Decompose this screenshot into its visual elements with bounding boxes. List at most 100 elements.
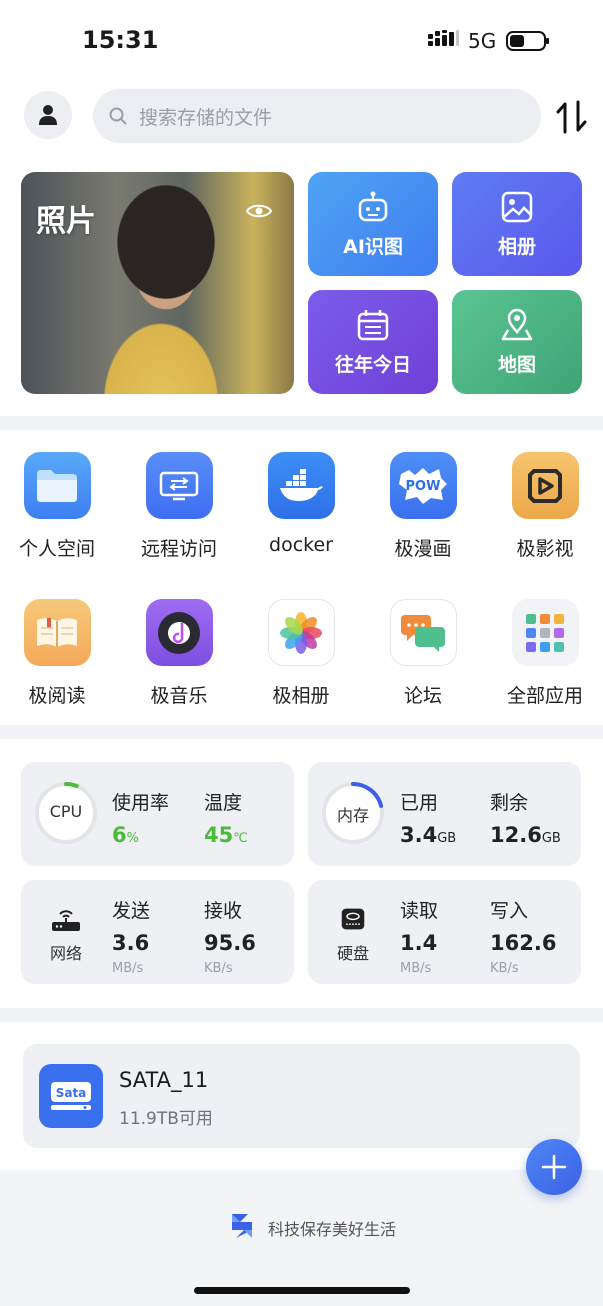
comic-icon: POW [389,452,457,519]
robot-icon [358,191,388,221]
app-forum[interactable]: 论坛 [368,599,478,708]
memory-stat-card[interactable]: 内存 已用 3.4GB 剩余 12.6GB [308,762,581,866]
memory-free-unit: GB [541,831,561,846]
user-avatar-button[interactable] [24,91,72,139]
svg-text:POW: POW [406,479,441,494]
home-indicator[interactable] [194,1287,410,1294]
video-icon [511,452,579,519]
app-label: 全部应用 [506,685,583,707]
map-tile[interactable]: 地图 [452,290,582,394]
network-recv-label: 接收 [204,900,243,922]
memory-free-value: 12.6 [490,823,542,847]
map-pin-icon [501,308,533,340]
on-this-day-label: 往年今日 [334,353,411,376]
docker-icon [267,452,335,519]
section-divider [0,416,603,430]
brand-logo-icon [232,1214,252,1238]
app-label: 极漫画 [394,538,452,560]
app-video[interactable]: 极影视 [490,452,600,561]
app-label: 远程访问 [140,538,217,560]
add-button[interactable] [526,1139,582,1195]
app-music[interactable]: 极音乐 [124,599,234,708]
cpu-label: CPU [49,802,83,821]
app-label: 极影视 [516,538,574,560]
app-photos[interactable]: 极相册 [246,599,356,708]
remote-access-icon [145,452,213,519]
storage-card[interactable]: Sata SATA_11 11.9TB可用 [23,1044,580,1148]
ai-recognition-label: AI识图 [343,235,403,258]
photos-label: 照片 [36,204,96,239]
disk-label: 硬盘 [336,944,369,963]
folder-icon [23,452,91,519]
hard-disk-icon [341,908,365,930]
app-label: docker [269,534,333,556]
app-docker[interactable]: docker [246,452,356,556]
eye-icon[interactable] [246,202,272,220]
app-reading[interactable]: 极阅读 [2,599,112,708]
app-personal-space[interactable]: 个人空间 [2,452,112,561]
app-label: 论坛 [403,685,442,707]
disk-read-value: 1.4 [400,931,438,955]
disk-write-label: 写入 [490,900,529,922]
cpu-usage: 使用率 6% [112,788,169,847]
ai-recognition-tile[interactable]: AI识图 [308,172,438,276]
cpu-usage-unit: % [126,831,139,846]
memory-used: 已用 3.4GB [400,788,456,847]
cpu-usage-label: 使用率 [112,792,170,814]
status-time: 15:31 [82,26,159,54]
disk-write-value: 162.6 [490,931,557,955]
book-icon [23,599,91,666]
sort-icon[interactable] [556,100,588,134]
cpu-temp-value: 45 [204,823,234,847]
image-icon [501,191,533,222]
status-bar: 15:31 5G [0,0,603,80]
network-recv-unit: KB/s [204,961,233,976]
calendar-icon [357,309,389,340]
router-icon [52,910,80,931]
search-input[interactable]: 搜索存储的文件 [93,89,541,143]
section-divider [0,725,603,739]
memory-free-label: 剩余 [490,792,529,814]
memory-used-value: 3.4 [400,823,438,847]
cpu-stat-card[interactable]: CPU 使用率 6% 温度 45℃ [21,762,294,866]
disk-write-unit: KB/s [490,961,519,976]
album-label: 相册 [497,235,536,258]
network-type: 5G [468,29,497,53]
network-label: 网络 [49,944,82,963]
disk-read-label: 读取 [400,900,439,922]
cpu-temp-label: 温度 [204,792,243,814]
album-tile[interactable]: 相册 [452,172,582,276]
app-all-apps[interactable]: 全部应用 [490,599,600,708]
app-remote-access[interactable]: 远程访问 [124,452,234,561]
footer-slogan: 科技保存美好生活 [268,1220,397,1239]
network-send-value: 3.6 [112,931,150,955]
storage-free-space: 11.9TB可用 [119,1109,213,1129]
plus-icon [541,1154,567,1180]
network-recv-value: 95.6 [204,931,256,955]
app-comic[interactable]: POW 极漫画 [368,452,478,561]
cpu-usage-value: 6 [112,823,127,847]
on-this-day-tile[interactable]: 往年今日 [308,290,438,394]
app-label: 个人空间 [18,538,95,560]
battery-icon [506,31,549,51]
network-send-label: 发送 [112,900,151,922]
photos-card[interactable]: 照片 [21,172,294,394]
disk-write: 写入 162.6 KB/s [490,896,556,976]
disk-read-unit: MB/s [400,961,432,976]
map-label: 地图 [497,353,536,376]
disk-stat-card[interactable]: 硬盘 读取 1.4 MB/s 写入 162.6 KB/s [308,880,581,984]
network-recv: 接收 95.6 KB/s [204,896,256,976]
network-stat-card[interactable]: 网络 发送 3.6 MB/s 接收 95.6 KB/s [21,880,294,984]
user-icon [39,105,57,125]
memory-used-unit: GB [437,831,457,846]
storage-name: SATA_11 [119,1068,209,1092]
search-icon [109,107,127,125]
app-label: 极音乐 [150,685,208,707]
all-apps-icon [511,599,579,666]
app-label: 极相册 [272,685,330,707]
app-label: 极阅读 [28,685,86,707]
memory-used-label: 已用 [400,792,439,814]
forum-icon [389,599,457,666]
section-divider [0,1008,603,1022]
music-icon [145,599,213,666]
